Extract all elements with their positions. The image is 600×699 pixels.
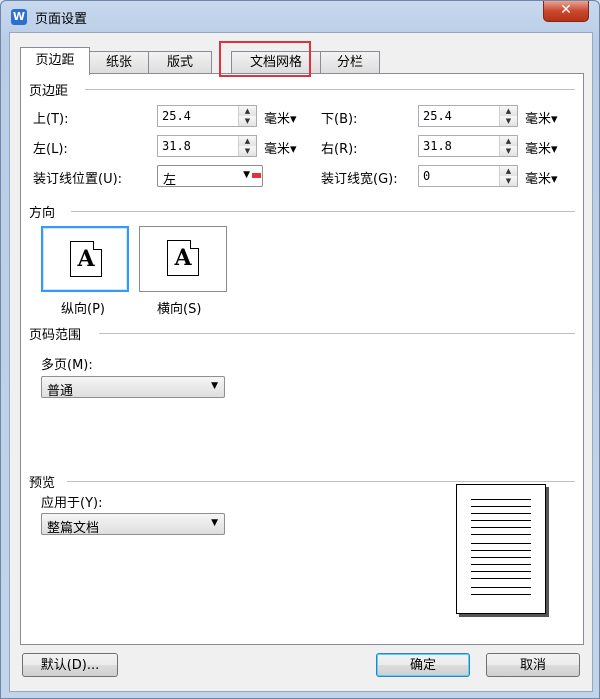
title-bar[interactable]: W 页面设置 ✕ bbox=[1, 1, 599, 31]
gutter-position-value: 左 bbox=[163, 173, 177, 188]
close-button[interactable]: ✕ bbox=[543, 1, 589, 22]
apply-to-value: 整篇文档 bbox=[47, 521, 100, 536]
apply-to-select[interactable]: 整篇文档 ▼ bbox=[41, 513, 225, 536]
section-page-range-title: 页码范围 bbox=[29, 328, 82, 343]
apply-to-label: 应用于(Y): bbox=[41, 496, 103, 511]
chevron-down-icon: ▼ bbox=[211, 518, 218, 528]
divider bbox=[99, 333, 575, 334]
divider bbox=[67, 481, 575, 482]
multiple-pages-label: 多页(M): bbox=[41, 358, 93, 373]
gutter-position-select[interactable]: 左 ▼ bbox=[157, 165, 263, 188]
section-margins-title: 页边距 bbox=[29, 84, 69, 99]
gutter-width-label: 装订线宽(G): bbox=[321, 172, 398, 187]
bottom-margin-unit[interactable]: 毫米▾ bbox=[525, 108, 558, 127]
tab-layout[interactable]: 版式 bbox=[148, 51, 212, 74]
gutter-position-label: 装订线位置(U): bbox=[33, 172, 123, 187]
left-margin-label: 左(L): bbox=[33, 142, 68, 157]
bottom-margin-label: 下(B): bbox=[321, 112, 358, 127]
landscape-page-icon: A bbox=[167, 240, 199, 276]
top-margin-spinner[interactable]: 25.4 ▲ ▼ bbox=[157, 105, 257, 127]
portrait-page-icon: A bbox=[70, 241, 102, 277]
chevron-down-icon: ▼ bbox=[243, 170, 250, 180]
spin-down-icon[interactable]: ▼ bbox=[500, 146, 517, 156]
spin-down-icon[interactable]: ▼ bbox=[500, 116, 517, 126]
top-margin-label: 上(T): bbox=[33, 112, 69, 127]
left-margin-spinner[interactable]: 31.8 ▲ ▼ bbox=[157, 135, 257, 157]
gutter-width-spinner[interactable]: 0 ▲ ▼ bbox=[418, 165, 518, 187]
red-marker-icon bbox=[252, 173, 261, 178]
section-preview-title: 预览 bbox=[29, 476, 56, 491]
right-margin-unit[interactable]: 毫米▾ bbox=[525, 138, 558, 157]
landscape-option[interactable]: A bbox=[139, 226, 227, 292]
ok-button[interactable]: 确定 bbox=[376, 653, 470, 677]
multiple-pages-select[interactable]: 普通 ▼ bbox=[41, 376, 225, 399]
chevron-down-icon: ▼ bbox=[211, 381, 218, 391]
divider bbox=[85, 89, 575, 90]
tab-paper[interactable]: 纸张 bbox=[89, 51, 149, 74]
left-margin-unit[interactable]: 毫米▾ bbox=[264, 138, 297, 157]
cancel-button[interactable]: 取消 bbox=[486, 653, 580, 677]
right-margin-label: 右(R): bbox=[321, 142, 358, 157]
portrait-label[interactable]: 纵向(P) bbox=[61, 298, 105, 317]
portrait-option[interactable]: A bbox=[41, 226, 129, 292]
section-orientation-title: 方向 bbox=[29, 206, 56, 221]
top-margin-value: 25.4 bbox=[162, 109, 191, 123]
page-preview bbox=[456, 484, 546, 614]
page-setup-dialog: W 页面设置 ✕ 页边距 纸张 版式 文档网格 分栏 页边距 上(T): 25.… bbox=[0, 0, 600, 699]
gutter-width-unit[interactable]: 毫米▾ bbox=[525, 168, 558, 187]
right-margin-value: 31.8 bbox=[423, 139, 452, 153]
landscape-label[interactable]: 横向(S) bbox=[157, 298, 201, 317]
dialog-title: 页面设置 bbox=[35, 12, 88, 27]
spin-down-icon[interactable]: ▼ bbox=[500, 176, 517, 186]
tab-highlight-box bbox=[219, 41, 311, 77]
right-margin-spinner[interactable]: 31.8 ▲ ▼ bbox=[418, 135, 518, 157]
spin-down-icon[interactable]: ▼ bbox=[239, 116, 256, 126]
bottom-margin-spinner[interactable]: 25.4 ▲ ▼ bbox=[418, 105, 518, 127]
spin-down-icon[interactable]: ▼ bbox=[239, 146, 256, 156]
default-button[interactable]: 默认(D)... bbox=[22, 653, 118, 677]
tab-columns[interactable]: 分栏 bbox=[320, 51, 380, 74]
gutter-width-value: 0 bbox=[423, 169, 431, 183]
divider bbox=[71, 211, 575, 212]
bottom-margin-value: 25.4 bbox=[423, 109, 452, 123]
multiple-pages-value: 普通 bbox=[47, 384, 74, 399]
wps-app-icon: W bbox=[11, 9, 27, 25]
top-margin-unit[interactable]: 毫米▾ bbox=[264, 108, 297, 127]
left-margin-value: 31.8 bbox=[162, 139, 191, 153]
dialog-body: 页边距 纸张 版式 文档网格 分栏 页边距 上(T): 25.4 ▲ ▼ 毫米▾ … bbox=[9, 32, 593, 692]
tab-margins[interactable]: 页边距 bbox=[20, 47, 90, 75]
